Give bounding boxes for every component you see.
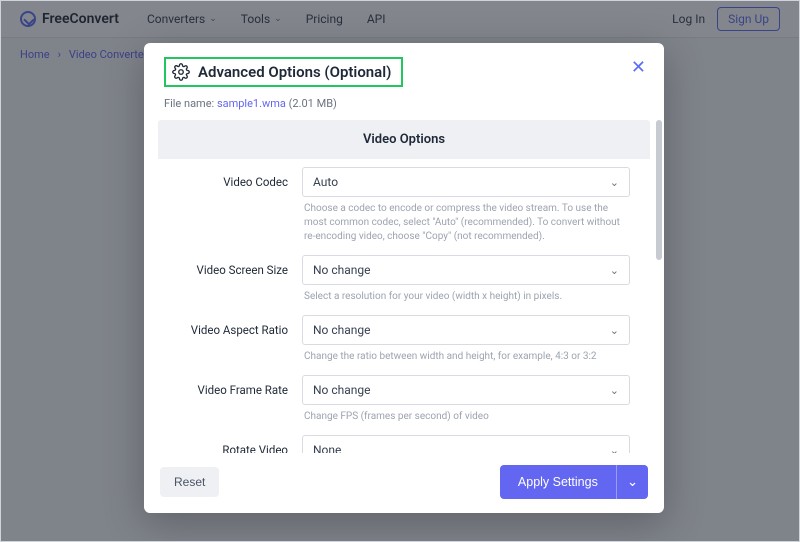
chevron-down-icon: ⌄ — [610, 176, 619, 189]
option-row-size: Video Screen Size No change ⌄ Select a r… — [158, 247, 650, 307]
option-label: Video Frame Rate — [178, 375, 288, 427]
chevron-down-icon: ⌄ — [610, 324, 619, 337]
select-value: None — [313, 443, 341, 453]
select-value: No change — [313, 323, 371, 337]
option-hint: Change the ratio between width and heigh… — [302, 345, 630, 367]
option-label: Rotate Video — [178, 435, 288, 453]
scrollbar-thumb[interactable] — [656, 120, 662, 260]
modal-footer: Reset Apply Settings ⌄ — [144, 453, 664, 513]
chevron-down-icon: ⌄ — [610, 384, 619, 397]
option-hint: Choose a codec to encode or compress the… — [302, 197, 630, 247]
video-codec-select[interactable]: Auto ⌄ — [302, 167, 630, 197]
option-row-rotate: Rotate Video None ⌄ Video will be rotate… — [158, 427, 650, 453]
select-value: No change — [313, 263, 371, 277]
advanced-options-modal: Advanced Options (Optional) ✕ File name:… — [144, 43, 664, 513]
option-label: Video Codec — [178, 167, 288, 247]
option-hint: Select a resolution for your video (widt… — [302, 285, 630, 307]
close-icon[interactable]: ✕ — [631, 59, 646, 77]
gear-icon — [172, 63, 190, 81]
apply-button-group: Apply Settings ⌄ — [500, 465, 648, 499]
modal-title-group: Advanced Options (Optional) — [164, 57, 403, 87]
apply-dropdown-button[interactable]: ⌄ — [616, 465, 648, 499]
option-label: Video Screen Size — [178, 255, 288, 307]
select-value: No change — [313, 383, 371, 397]
option-row-fps: Video Frame Rate No change ⌄ Change FPS … — [158, 367, 650, 427]
chevron-down-icon: ⌄ — [627, 474, 638, 490]
rotate-video-select[interactable]: None ⌄ — [302, 435, 630, 453]
file-size: (2.01 MB) — [289, 97, 337, 110]
chevron-down-icon: ⌄ — [610, 264, 619, 277]
modal-title: Advanced Options (Optional) — [198, 63, 391, 81]
file-label: File name: — [164, 97, 214, 110]
chevron-down-icon: ⌄ — [610, 444, 619, 454]
option-row-codec: Video Codec Auto ⌄ Choose a codec to enc… — [158, 159, 650, 247]
option-label: Video Aspect Ratio — [178, 315, 288, 367]
video-screen-size-select[interactable]: No change ⌄ — [302, 255, 630, 285]
options-scroll-area[interactable]: Video Options Video Codec Auto ⌄ Choose … — [144, 120, 664, 453]
video-frame-rate-select[interactable]: No change ⌄ — [302, 375, 630, 405]
reset-button[interactable]: Reset — [160, 467, 219, 497]
modal-header: Advanced Options (Optional) ✕ — [144, 43, 664, 97]
file-name: sample1.wma — [217, 97, 286, 110]
video-aspect-ratio-select[interactable]: No change ⌄ — [302, 315, 630, 345]
file-info: File name: sample1.wma (2.01 MB) — [144, 97, 664, 120]
section-header-video: Video Options — [158, 120, 650, 159]
option-row-aspect: Video Aspect Ratio No change ⌄ Change th… — [158, 307, 650, 367]
option-hint: Change FPS (frames per second) of video — [302, 405, 630, 427]
select-value: Auto — [313, 175, 338, 189]
apply-settings-button[interactable]: Apply Settings — [500, 465, 616, 499]
